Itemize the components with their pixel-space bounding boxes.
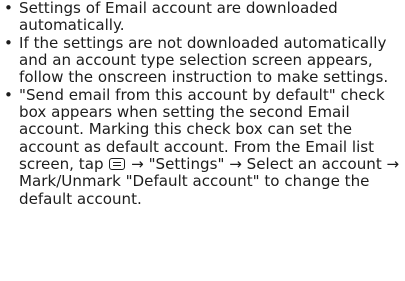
note-text: If the settings are not downloaded autom… (19, 33, 389, 87)
note-item-auto-download: • Settings of Email account are download… (0, 0, 405, 35)
note-item-manual-settings: • If the settings are not downloaded aut… (0, 33, 405, 87)
bullet-icon: • (4, 33, 13, 52)
note-item-default-account: • "Send email from this account by defau… (0, 85, 405, 208)
notes-list: • Settings of Email account are download… (0, 0, 405, 208)
bullet-icon: • (4, 0, 13, 17)
bullet-icon: • (4, 85, 13, 104)
note-text: Settings of Email account are downloaded… (19, 0, 338, 35)
menu-key-icon (109, 158, 126, 171)
